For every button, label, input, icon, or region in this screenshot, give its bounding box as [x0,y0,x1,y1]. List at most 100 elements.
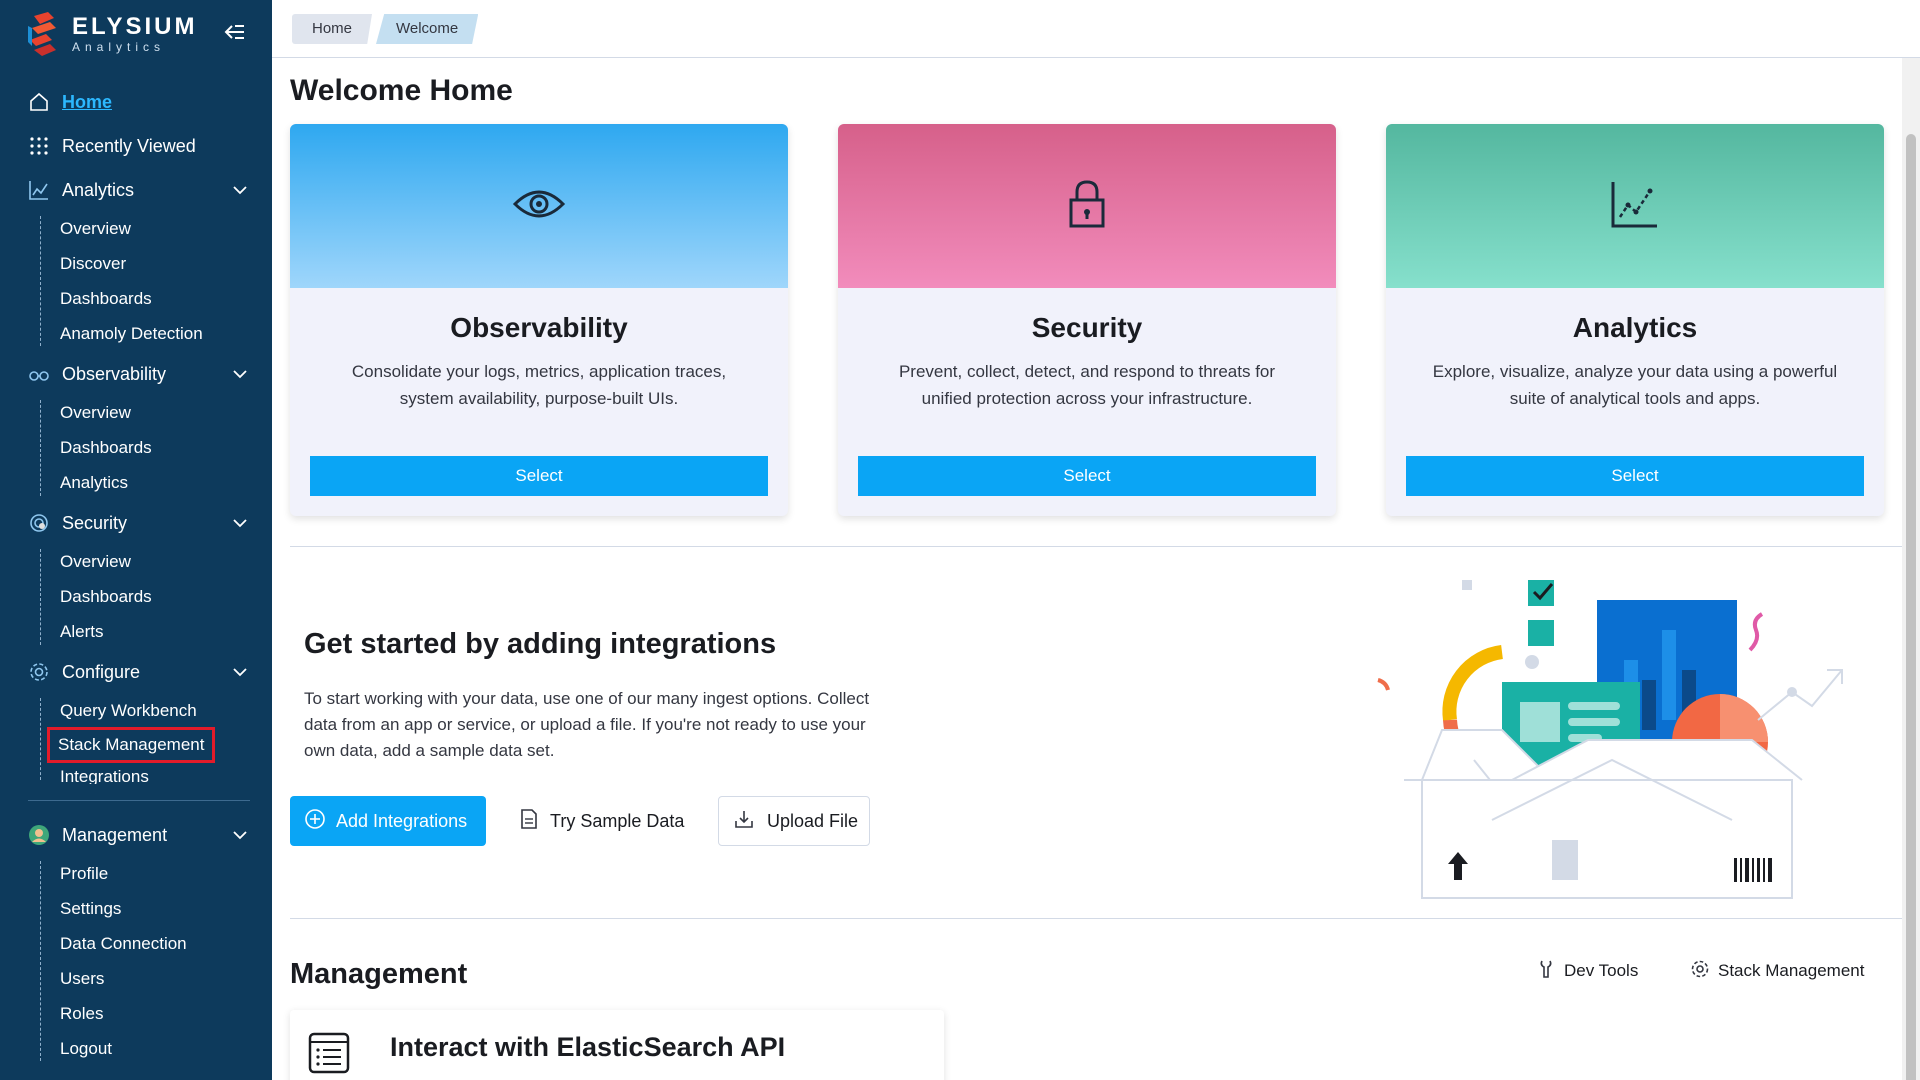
select-security-button[interactable]: Select [858,456,1316,496]
analytics-card: Analytics Explore, visualize, analyze yo… [1386,124,1884,516]
gear-icon [1690,959,1710,984]
card-description: Prevent, collect, detect, and respond to… [898,362,1276,408]
list-document-icon [308,1032,350,1079]
sidebar-item-label: Observability [62,363,167,384]
card-title: Analytics [1572,312,1698,343]
user-avatar-icon [28,824,50,846]
top-bar: Home Welcome [272,0,1920,58]
sidebar-subitem-query-workbench[interactable]: Query Workbench [60,696,197,726]
card-title: Security [1031,312,1143,343]
sidebar-item-label: Security [62,512,128,533]
grid-dots-icon [28,135,50,157]
try-sample-data-label: Try Sample Data [550,810,685,831]
chevron-down-icon [230,180,250,200]
select-observability-button[interactable]: Select [310,456,768,496]
card-description: Explore, visualize, analyze your data us… [1432,362,1838,408]
observability-card: Observability Consolidate your logs, met… [290,124,788,516]
try-sample-data-button[interactable]: Try Sample Data [518,796,684,846]
sidebar-subitem-security-dashboards[interactable]: Dashboards [60,582,152,612]
integrations-description: To start working with your data, use one… [304,689,870,760]
sidebar-subitem-stack-management[interactable]: Stack Management [46,727,216,763]
integrations-title: Get started by adding integrations [304,628,777,660]
sidebar-item-security[interactable]: Security [0,503,272,543]
sidebar-item-management[interactable]: Management [0,815,272,855]
eye-icon [512,184,566,229]
card-hero [290,124,788,288]
sidebar-item-label: Home [62,91,113,112]
sidebar-subitem-security-overview[interactable]: Overview [60,547,131,577]
card-hero [1386,124,1884,288]
sidebar: ELYSIUM Analytics Home Recently Viewed A… [0,0,272,1080]
glasses-icon [28,363,50,385]
sidebar-item-home[interactable]: Home [0,82,272,122]
elysium-logo-icon [28,12,62,56]
sidebar-item-configure[interactable]: Configure [0,652,272,692]
sidebar-item-label: Analytics [62,179,135,200]
document-icon [518,808,540,835]
main-content: Home Welcome Welcome Home Observability … [272,0,1920,1080]
scrollbar[interactable] [1902,58,1920,1080]
page-title: Welcome Home [290,74,513,107]
shield-radar-icon [28,512,50,534]
breadcrumb-home[interactable]: Home [292,14,373,44]
sidebar-subitem-settings[interactable]: Settings [60,894,121,924]
add-integrations-label: Add Integrations [336,810,468,831]
stack-management-link[interactable]: Stack Management [1690,956,1864,986]
sidebar-item-analytics[interactable]: Analytics [0,170,272,210]
wrench-icon [1536,959,1556,984]
section-divider [290,918,1902,919]
lock-icon [1067,178,1107,235]
chevron-down-icon [230,662,250,682]
chart-icon [1610,179,1660,234]
sidebar-subitem-users[interactable]: Users [60,964,104,994]
brand-title: ELYSIUM [72,13,198,40]
brand-logo[interactable]: ELYSIUM Analytics [28,12,197,56]
integrations-illustration [1312,570,1852,900]
sidebar-subitem-data-connection[interactable]: Data Connection [60,929,187,959]
security-card: Security Prevent, collect, detect, and r… [838,124,1336,516]
sidebar-subitem-analytics-dashboards[interactable]: Dashboards [60,284,152,314]
elasticsearch-api-card[interactable]: Interact with ElasticSearch API [290,1010,944,1080]
sidebar-subitem-observability-overview[interactable]: Overview [60,398,131,428]
sidebar-item-label: Management [62,824,168,845]
card-title: Observability [450,312,628,343]
sidebar-item-recently-viewed[interactable]: Recently Viewed [0,126,272,166]
breadcrumb-welcome[interactable]: Welcome [376,14,479,44]
home-icon [28,91,50,113]
chevron-down-icon [230,364,250,384]
collapse-sidebar-icon[interactable] [222,22,248,42]
chevron-down-icon [230,825,250,845]
upload-file-label: Upload File [767,810,859,831]
add-integrations-button[interactable]: Add Integrations [290,796,486,846]
sidebar-subitem-logout[interactable]: Logout [60,1034,112,1064]
scrollbar-thumb[interactable] [1906,134,1916,1080]
sidebar-subitem-anomaly-detection[interactable]: Anamoly Detection [60,319,203,349]
sidebar-subitem-roles[interactable]: Roles [60,999,103,1029]
sidebar-subitem-observability-analytics[interactable]: Analytics [60,468,128,498]
sidebar-subitem-security-alerts[interactable]: Alerts [60,617,103,647]
sidebar-subitem-profile[interactable]: Profile [60,859,108,889]
card-description: Consolidate your logs, metrics, applicat… [351,362,727,408]
download-tray-icon [733,808,755,835]
management-title: Management [290,958,468,990]
sidebar-item-observability[interactable]: Observability [0,354,272,394]
brand-subtitle: Analytics [72,40,166,54]
plus-circle-icon [304,808,326,835]
chevron-down-icon [230,513,250,533]
sidebar-subitem-analytics-discover[interactable]: Discover [60,249,126,279]
dev-tools-label: Dev Tools [1564,961,1639,980]
sidebar-subitem-observability-dashboards[interactable]: Dashboards [60,433,152,463]
api-card-title: Interact with ElasticSearch API [390,1032,786,1062]
stack-management-label: Stack Management [1718,961,1865,980]
sidebar-item-label: Recently Viewed [62,135,196,156]
card-hero [838,124,1336,288]
sidebar-subitem-analytics-overview[interactable]: Overview [60,214,131,244]
upload-file-button[interactable]: Upload File [718,796,870,846]
select-analytics-button[interactable]: Select [1406,456,1864,496]
section-divider [290,546,1902,547]
sidebar-item-label: Configure [62,661,141,682]
sidebar-divider [28,800,250,801]
sidebar-subitem-integrations[interactable]: Integrations [60,766,149,784]
line-chart-icon [28,179,50,201]
dev-tools-link[interactable]: Dev Tools [1536,956,1638,986]
